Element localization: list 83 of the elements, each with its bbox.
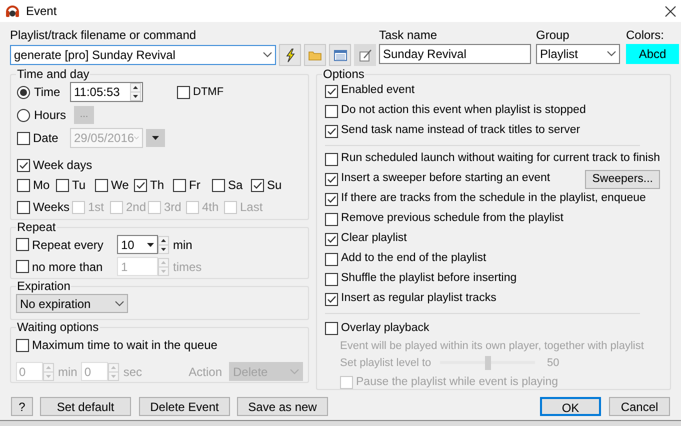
toolbar-button[interactable] (329, 44, 351, 66)
group-title: Expiration (16, 280, 72, 293)
checkmark-icon (326, 194, 338, 204)
checkbox[interactable]: Weeks (17, 198, 72, 216)
dialog-button[interactable]: Cancel (609, 396, 670, 416)
dialog-button[interactable]: Delete Event (139, 396, 230, 416)
caret-icon (115, 300, 124, 306)
dialog-button[interactable]: Save as new (237, 396, 328, 416)
caret-icon (607, 51, 616, 57)
app-logo-icon (5, 4, 20, 18)
level-value: 50 (547, 356, 560, 371)
group-title: Options (322, 68, 366, 81)
checkmark-icon (326, 126, 338, 136)
checkbox[interactable]: If there are tracks from the schedule in the playlist, enqueue (325, 190, 646, 208)
checkbox[interactable]: Do not action this event when playlist is stopped (325, 102, 586, 120)
radio-button[interactable]: Hours (17, 106, 74, 124)
group-title: Time and day (16, 68, 90, 81)
checkmark-icon (252, 180, 263, 190)
group-title: Waiting options (16, 321, 100, 334)
unit-label: min (173, 236, 192, 254)
checkbox[interactable]: Insert as regular playlist tracks (325, 290, 496, 308)
calendar-dropdown-button[interactable] (146, 129, 165, 147)
checkmark-icon (326, 174, 338, 184)
expiration-dropdown[interactable]: No expiration (16, 294, 128, 313)
checkbox[interactable]: Shuffle the playlist before inserting (325, 270, 517, 288)
caret-icon (263, 52, 272, 58)
checkmark-icon (326, 234, 338, 244)
dialog-button[interactable]: Set default (40, 396, 131, 416)
checkbox[interactable]: Fr (173, 176, 212, 194)
sweepers-button[interactable]: Sweepers... (585, 170, 660, 188)
toolbar-button[interactable] (279, 44, 301, 66)
dialog-button[interactable]: ? (11, 396, 33, 416)
checkmark-icon (326, 294, 338, 304)
field-label: Task name (379, 29, 438, 42)
checkbox[interactable]: Add to the end of the playlist (325, 250, 486, 268)
group-title: Repeat (16, 221, 57, 234)
checkbox[interactable]: Tu (56, 176, 95, 194)
time-field[interactable]: 11:05:53 (70, 82, 143, 102)
unit-label: times (173, 258, 202, 276)
caret-icon (152, 136, 159, 140)
field-label: Set playlist level to (340, 356, 432, 371)
checkbox[interactable]: Sa (212, 176, 251, 194)
checkbox[interactable]: Mo (17, 176, 56, 194)
list-icon (332, 48, 348, 62)
checkbox[interactable]: Th (134, 176, 173, 194)
unit-label: min (58, 364, 78, 380)
radio-button[interactable]: Time (17, 83, 70, 101)
command-combobox[interactable]: generate [pro] Sunday Revival (10, 45, 276, 65)
level-slider[interactable] (440, 355, 536, 372)
checkbox[interactable]: Run scheduled launch without waiting for current track to finish (325, 150, 660, 168)
checkmark-icon (326, 86, 338, 96)
dialog-button[interactable]: OK (540, 396, 601, 416)
task-name-field[interactable]: Sunday Revival (379, 44, 531, 64)
number-field[interactable]: 10 (117, 235, 158, 254)
toolbar-button[interactable] (354, 44, 376, 66)
checkbox[interactable]: Insert a sweeper before starting an event (325, 170, 550, 188)
checkbox[interactable]: Enabled event (325, 82, 415, 100)
checkbox[interactable]: Clear playlist (325, 230, 407, 248)
checkmark-icon (18, 160, 29, 170)
description-text: Event will be played within its own player, together with playlist (340, 339, 645, 354)
field-label: Playlist/track filename or command (10, 29, 198, 42)
spinner-icon[interactable] (130, 83, 141, 101)
checkbox[interactable]: Remove previous schedule from the playlist (325, 210, 564, 228)
caret-icon (134, 135, 139, 141)
caret-icon (147, 242, 154, 246)
checkbox[interactable]: Week days (17, 156, 92, 174)
spinner-icon[interactable] (158, 236, 169, 254)
caret-icon (290, 368, 300, 374)
checkbox[interactable]: Su (251, 176, 290, 194)
group-dropdown[interactable]: Playlist (536, 44, 620, 64)
field-label: Group (536, 29, 570, 42)
field-label: Action (188, 364, 222, 380)
field-label: Colors: (626, 29, 666, 42)
checkmark-icon (135, 180, 146, 190)
close-icon[interactable] (665, 6, 676, 16)
checkbox[interactable]: Repeat every (16, 236, 117, 254)
window-title: Event (26, 3, 58, 20)
color-swatch[interactable]: Abcd (626, 44, 679, 64)
checkbox[interactable]: We (95, 176, 134, 194)
unit-label: sec (123, 364, 144, 380)
edit-icon (358, 48, 372, 62)
checkbox[interactable]: DTMF (177, 84, 224, 100)
checkbox[interactable]: Send task name instead of track titles to server (325, 122, 580, 140)
